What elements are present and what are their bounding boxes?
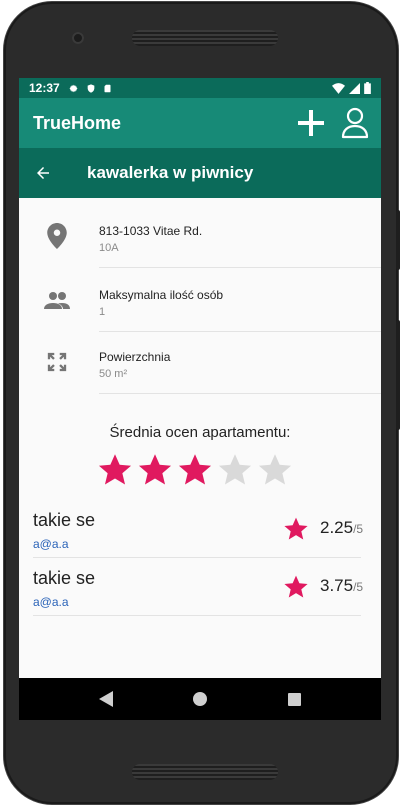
status-time: 12:37 <box>29 81 60 95</box>
triangle-back-icon <box>99 691 113 707</box>
shield-icon <box>87 83 95 93</box>
signal-icon <box>349 82 360 94</box>
sd-card-icon <box>104 84 111 92</box>
review-email[interactable]: a@a.a <box>33 595 69 609</box>
detail-value: 10A <box>99 242 119 254</box>
detail-value: 1 <box>99 306 106 318</box>
settings-icon <box>69 84 78 92</box>
detail-row-area: Powierzchnia 50 m² <box>19 330 381 394</box>
detail-label: 813-1033 Vitae Rd. <box>99 224 203 238</box>
detail-label: Maksymalna ilość osób <box>99 288 224 302</box>
divider <box>99 393 381 394</box>
star-icon <box>218 454 252 485</box>
divider <box>33 557 361 558</box>
expand-icon <box>47 352 67 372</box>
bottom-speaker <box>132 764 278 780</box>
star-icon <box>98 454 132 485</box>
review-name: takie se <box>33 568 96 588</box>
review-item[interactable]: takie se a@a.a 2.25/5 <box>33 502 363 558</box>
square-recents-icon <box>287 692 301 706</box>
location-pin-icon <box>47 223 67 249</box>
average-rating-title: Średnia ocen apartamentu: <box>109 424 291 441</box>
account-button[interactable] <box>333 101 377 145</box>
star-icon <box>138 454 172 485</box>
average-rating-stars <box>97 452 293 488</box>
app-title: TrueHome <box>33 112 122 133</box>
detail-value: 50 m² <box>99 368 128 380</box>
review-item[interactable]: takie se a@a.a 3.75/5 <box>33 560 363 616</box>
plus-icon <box>298 110 324 136</box>
screen: 12:37 TrueHome kawalerka w piwnicy 813-1… <box>19 78 381 720</box>
front-camera <box>72 32 84 44</box>
nav-back-button[interactable] <box>86 679 126 719</box>
review-score: 2.25/5 <box>320 518 363 538</box>
star-icon <box>284 575 308 598</box>
detail-row-address: 813-1033 Vitae Rd. 10A <box>19 204 381 268</box>
detail-toolbar: kawalerka w piwnicy <box>19 148 381 198</box>
battery-icon <box>364 82 371 94</box>
review-score: 3.75/5 <box>320 576 363 596</box>
circle-home-icon <box>193 692 207 706</box>
score-value: 2.25 <box>320 518 354 537</box>
back-button[interactable] <box>19 148 67 198</box>
review-name: takie se <box>33 510 96 530</box>
system-nav-bar <box>19 678 381 720</box>
status-bar: 12:37 <box>19 78 381 98</box>
app-bar: TrueHome <box>19 98 381 148</box>
power-button[interactable] <box>396 320 400 430</box>
review-email[interactable]: a@a.a <box>33 537 69 551</box>
apartment-title: kawalerka w piwnicy <box>87 163 254 182</box>
star-icon <box>178 454 212 485</box>
score-value: 3.75 <box>320 576 354 595</box>
wifi-icon <box>332 82 345 94</box>
detail-row-capacity: Maksymalna ilość osób 1 <box>19 268 381 332</box>
score-out-of: /5 <box>353 522 364 536</box>
volume-button[interactable] <box>396 210 400 270</box>
star-icon <box>284 517 308 540</box>
star-icon <box>258 454 292 485</box>
people-icon <box>44 292 70 309</box>
detail-label: Powierzchnia <box>99 350 171 364</box>
divider <box>33 615 361 616</box>
score-out-of: /5 <box>353 580 364 594</box>
add-button[interactable] <box>289 101 333 145</box>
top-speaker <box>132 30 278 46</box>
nav-recents-button[interactable] <box>274 679 314 719</box>
person-outline-icon <box>341 107 369 139</box>
nav-home-button[interactable] <box>180 679 220 719</box>
arrow-back-icon <box>37 167 49 179</box>
